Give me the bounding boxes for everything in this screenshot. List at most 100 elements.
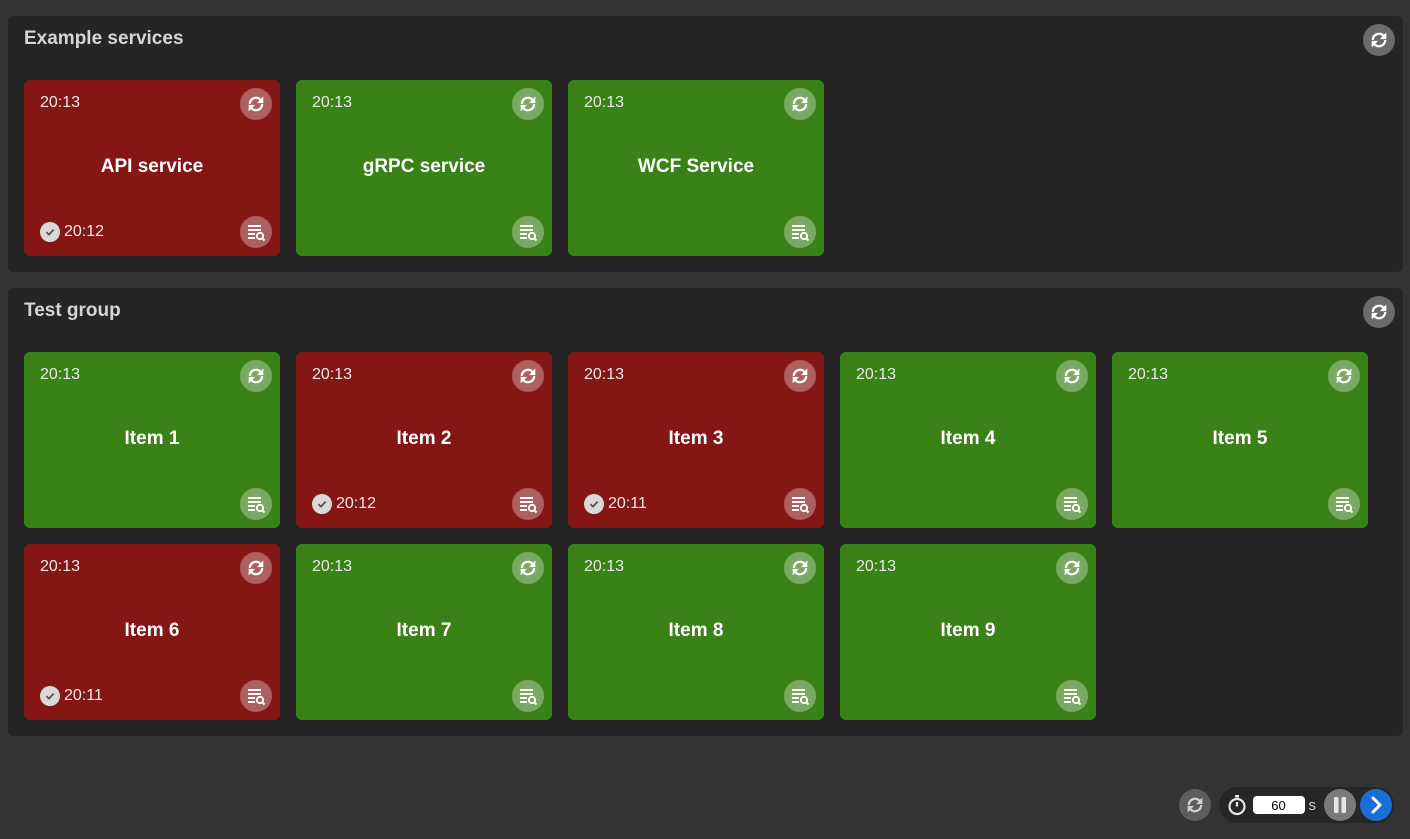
check-icon [312, 494, 332, 514]
tile-log-button[interactable] [784, 216, 816, 248]
tile-log-button[interactable] [784, 488, 816, 520]
tile-log-button[interactable] [512, 216, 544, 248]
service-tile[interactable]: 20:13 Item 6 20:11 [24, 544, 280, 720]
tile-refresh-button[interactable] [1056, 552, 1088, 584]
last-check-time: 20:13 [856, 558, 897, 575]
last-check-time: 20:13 [856, 366, 897, 383]
service-name: Item 1 [124, 428, 180, 449]
refresh-interval-input[interactable] [1252, 796, 1305, 814]
check-icon [40, 222, 60, 242]
tile-log-button[interactable] [784, 680, 816, 712]
tile-log-button[interactable] [1056, 488, 1088, 520]
tile-refresh-button[interactable] [512, 552, 544, 584]
refresh-icon [1333, 365, 1355, 387]
tile-log-button[interactable] [512, 680, 544, 712]
last-check-time: 20:13 [40, 94, 81, 111]
refresh-icon [1371, 32, 1387, 48]
service-tile[interactable]: 20:13 Item 9 [840, 544, 1096, 720]
log-search-icon [790, 222, 810, 242]
last-check-time: 20:13 [584, 94, 625, 111]
service-name: Item 2 [396, 428, 452, 449]
refresh-icon [245, 557, 267, 579]
tile-log-button[interactable] [240, 680, 272, 712]
last-check-time: 20:13 [584, 366, 625, 383]
service-tile[interactable]: 20:13 Item 3 20:11 [568, 352, 824, 528]
refresh-icon [245, 365, 267, 387]
acknowledged-badge: 20:11 [584, 494, 647, 514]
acknowledged-time: 20:11 [608, 495, 647, 512]
service-tile[interactable]: 20:13 Item 2 20:12 [296, 352, 552, 528]
log-search-icon [1334, 494, 1354, 514]
refresh-icon [245, 93, 267, 115]
log-search-icon [518, 686, 538, 706]
group-title: Test group [24, 300, 121, 321]
service-name: WCF Service [637, 156, 755, 177]
refresh-icon [1371, 304, 1387, 320]
refresh-icon [1061, 557, 1083, 579]
tile-log-button[interactable] [1056, 680, 1088, 712]
group-refresh-button[interactable] [1363, 296, 1395, 328]
refresh-icon [517, 365, 539, 387]
acknowledged-badge: 20:11 [40, 686, 103, 706]
service-name: Item 9 [940, 620, 996, 641]
group-test-group: Test group 20:13 Item 1 20:13 Item 2 20:12 20… [8, 288, 1403, 736]
service-name: Item 3 [668, 428, 724, 449]
last-check-time: 20:13 [312, 366, 353, 383]
acknowledged-time: 20:12 [336, 495, 377, 512]
tile-refresh-button[interactable] [512, 88, 544, 120]
tile-log-button[interactable] [512, 488, 544, 520]
log-search-icon [518, 222, 538, 242]
refresh-icon [1187, 797, 1202, 813]
service-tile[interactable]: 20:13 Item 5 [1112, 352, 1368, 528]
tile-refresh-button[interactable] [240, 552, 272, 584]
tile-refresh-button[interactable] [1328, 360, 1360, 392]
service-name: Item 6 [124, 620, 180, 641]
service-tile[interactable]: 20:13 Item 7 [296, 544, 552, 720]
last-check-time: 20:13 [312, 558, 353, 575]
service-name: Item 8 [668, 620, 724, 641]
last-check-time: 20:13 [584, 558, 625, 575]
service-tile[interactable]: 20:13 WCF Service [568, 80, 824, 256]
stopwatch-icon [1225, 793, 1249, 817]
log-search-icon [246, 686, 266, 706]
tile-log-button[interactable] [240, 216, 272, 248]
log-search-icon [1062, 686, 1082, 706]
last-check-time: 20:13 [40, 366, 81, 383]
tile-refresh-button[interactable] [240, 88, 272, 120]
check-icon [584, 494, 604, 514]
tile-refresh-button[interactable] [1056, 360, 1088, 392]
service-name: gRPC service [362, 156, 486, 177]
tile-refresh-button[interactable] [240, 360, 272, 392]
refresh-icon [517, 93, 539, 115]
interval-unit: s [1308, 796, 1317, 814]
pause-button[interactable] [1324, 789, 1356, 821]
service-name: Item 5 [1212, 428, 1268, 449]
log-search-icon [790, 494, 810, 514]
service-tile[interactable]: 20:13 Item 8 [568, 544, 824, 720]
service-name: Item 7 [396, 620, 452, 641]
acknowledged-time: 20:11 [64, 687, 103, 704]
service-tile[interactable]: 20:13 Item 1 [24, 352, 280, 528]
tile-log-button[interactable] [1328, 488, 1360, 520]
chevron-right-icon [1371, 796, 1382, 814]
tile-refresh-button[interactable] [512, 360, 544, 392]
tile-refresh-button[interactable] [784, 88, 816, 120]
refresh-all-button[interactable] [1178, 789, 1211, 821]
last-check-time: 20:13 [1128, 366, 1169, 383]
tile-log-button[interactable] [240, 488, 272, 520]
refresh-icon [789, 365, 811, 387]
group-refresh-button[interactable] [1363, 24, 1395, 56]
check-icon [40, 686, 60, 706]
group-title: Example services [24, 28, 184, 49]
footer-controls: s [1178, 787, 1394, 823]
pause-icon [1334, 797, 1346, 813]
tile-refresh-button[interactable] [784, 552, 816, 584]
tile-refresh-button[interactable] [784, 360, 816, 392]
acknowledged-badge: 20:12 [40, 222, 104, 242]
service-tile[interactable]: 20:13 Item 4 [840, 352, 1096, 528]
service-tile[interactable]: 20:13 API service 20:12 [24, 80, 280, 256]
log-search-icon [1062, 494, 1082, 514]
next-button[interactable] [1360, 789, 1392, 821]
service-name: API service [100, 156, 204, 177]
service-tile[interactable]: 20:13 gRPC service [296, 80, 552, 256]
